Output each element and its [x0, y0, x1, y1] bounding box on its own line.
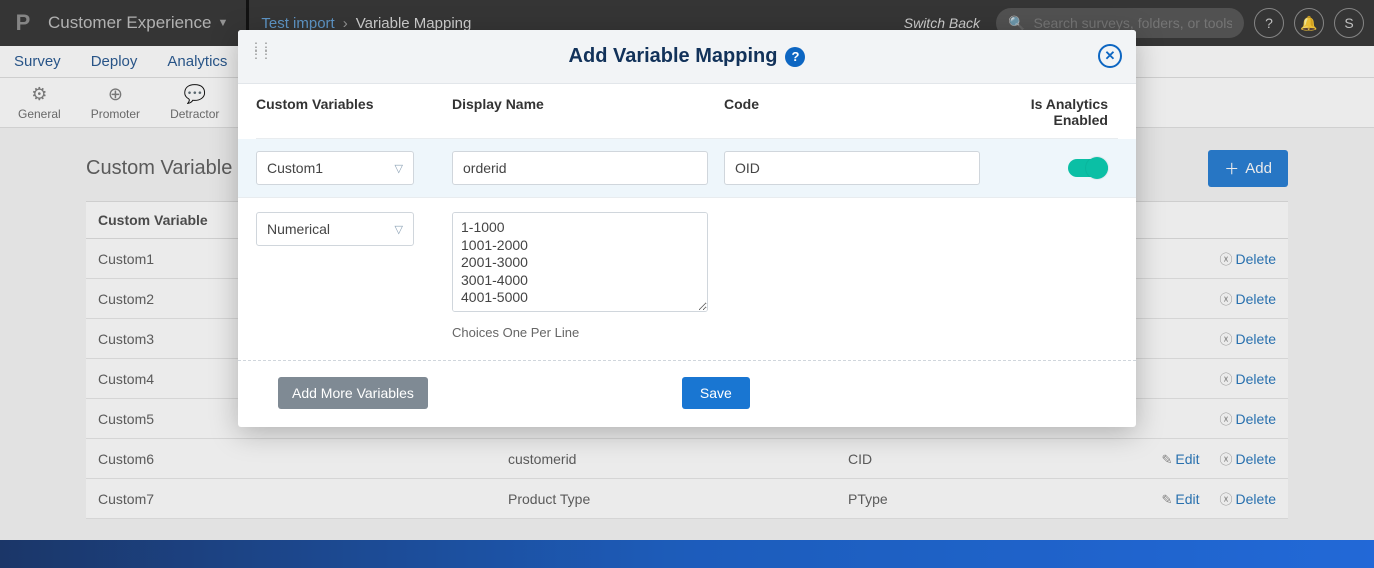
avatar-initial: S [1344, 15, 1353, 31]
nav-survey[interactable]: Survey [14, 53, 61, 70]
switch-back-link[interactable]: Switch Back [904, 15, 980, 31]
type-select[interactable]: Numerical ▽ [256, 212, 414, 246]
cell-cv: Custom6 [86, 439, 496, 479]
chat-icon: 💬 [184, 84, 206, 105]
breadcrumb-separator: › [343, 15, 348, 32]
bell-icon: 🔔 [1300, 15, 1317, 32]
delete-link[interactable]: ⓧDelete [1210, 291, 1276, 307]
mapping-row: Custom1 ▽ [238, 139, 1136, 198]
tool-detractor[interactable]: 💬Detractor [170, 84, 219, 121]
save-button[interactable]: Save [682, 377, 750, 409]
analytics-toggle[interactable] [1068, 159, 1108, 177]
add-more-variables-button[interactable]: Add More Variables [278, 377, 428, 409]
avatar-button[interactable]: S [1334, 8, 1364, 38]
custom-variable-select[interactable]: Custom1 ▽ [256, 151, 414, 185]
hdr-analytics-enabled: Is Analytics Enabled [996, 96, 1118, 128]
hdr-custom-variables: Custom Variables [256, 96, 452, 128]
delete-icon: ⓧ [1220, 372, 1233, 387]
modal-header: ⋮⋮⋮⋮ Add Variable Mapping ? ✕ [238, 30, 1136, 84]
delete-link[interactable]: ⓧDelete [1210, 251, 1276, 267]
drag-handle-icon[interactable]: ⋮⋮⋮⋮ [250, 44, 270, 58]
page-title: Custom Variable [86, 157, 232, 180]
tool-general[interactable]: ⚙General [18, 84, 61, 121]
delete-icon: ⓧ [1220, 452, 1233, 467]
help-icon[interactable]: ? [785, 47, 805, 67]
chevron-down-icon: ▽ [395, 223, 403, 236]
notifications-button[interactable]: 🔔 [1294, 8, 1324, 38]
cell-cv: Custom7 [86, 479, 496, 519]
workspace-dropdown[interactable]: Customer Experience ▼ [46, 13, 234, 33]
tool-promoter[interactable]: ⊕Promoter [91, 84, 140, 121]
modal-button-row: Add More Variables Save [256, 377, 1118, 409]
cell-actions: ✎Edit ⓧDelete [1076, 439, 1288, 479]
code-field[interactable] [724, 151, 980, 185]
search-icon: 🔍 [1008, 15, 1025, 32]
table-row: Custom6customeridCID ✎Edit ⓧDelete [86, 439, 1288, 479]
close-icon: ✕ [1105, 48, 1116, 64]
table-row: Custom7Product TypePType ✎Edit ⓧDelete [86, 479, 1288, 519]
cell-cd: CID [836, 439, 1076, 479]
display-name-field[interactable] [452, 151, 708, 185]
edit-link[interactable]: ✎Edit [1151, 491, 1199, 507]
plus-icon: ＋ [1224, 158, 1239, 179]
nav-deploy[interactable]: Deploy [91, 53, 138, 70]
app-logo: P [0, 0, 46, 46]
add-button[interactable]: ＋Add [1208, 150, 1288, 187]
add-variable-modal: ⋮⋮⋮⋮ Add Variable Mapping ? ✕ Custom Var… [238, 30, 1136, 427]
hdr-display-name: Display Name [452, 96, 724, 128]
delete-icon: ⓧ [1220, 252, 1233, 267]
chevron-down-icon: ▽ [395, 162, 403, 175]
breadcrumb-parent[interactable]: Test import [261, 15, 334, 32]
nav-analytics[interactable]: Analytics [167, 53, 227, 70]
delete-link[interactable]: ⓧDelete [1210, 491, 1276, 507]
divider [238, 360, 1136, 361]
pencil-icon: ✎ [1161, 452, 1172, 467]
pencil-icon: ✎ [1161, 492, 1172, 507]
modal-title: Add Variable Mapping [569, 45, 778, 68]
delete-link[interactable]: ⓧDelete [1210, 371, 1276, 387]
type-row: Numerical ▽ Choices One Per Line [256, 198, 1118, 350]
delete-link[interactable]: ⓧDelete [1210, 451, 1276, 467]
delete-link[interactable]: ⓧDelete [1210, 331, 1276, 347]
close-button[interactable]: ✕ [1098, 44, 1122, 68]
breadcrumb-current: Variable Mapping [356, 15, 472, 32]
workspace-name: Customer Experience [48, 13, 211, 33]
delete-icon: ⓧ [1220, 292, 1233, 307]
caret-down-icon: ▼ [217, 17, 228, 29]
hdr-code: Code [724, 96, 996, 128]
plus-bubble-icon: ⊕ [108, 84, 123, 105]
edit-link[interactable]: ✎Edit [1151, 451, 1199, 467]
search-input[interactable] [1033, 15, 1232, 31]
delete-icon: ⓧ [1220, 412, 1233, 427]
cell-dn: customerid [496, 439, 836, 479]
help-icon: ? [1265, 15, 1273, 31]
modal-column-headers: Custom Variables Display Name Code Is An… [256, 84, 1118, 139]
delete-icon: ⓧ [1220, 332, 1233, 347]
choices-textarea[interactable] [452, 212, 708, 312]
footer-bar [0, 540, 1374, 568]
choices-helper-text: Choices One Per Line [452, 325, 724, 340]
help-button[interactable]: ? [1254, 8, 1284, 38]
delete-icon: ⓧ [1220, 492, 1233, 507]
cell-actions: ✎Edit ⓧDelete [1076, 479, 1288, 519]
cell-dn: Product Type [496, 479, 836, 519]
delete-link[interactable]: ⓧDelete [1210, 411, 1276, 427]
gear-icon: ⚙ [31, 84, 47, 105]
cell-cd: PType [836, 479, 1076, 519]
